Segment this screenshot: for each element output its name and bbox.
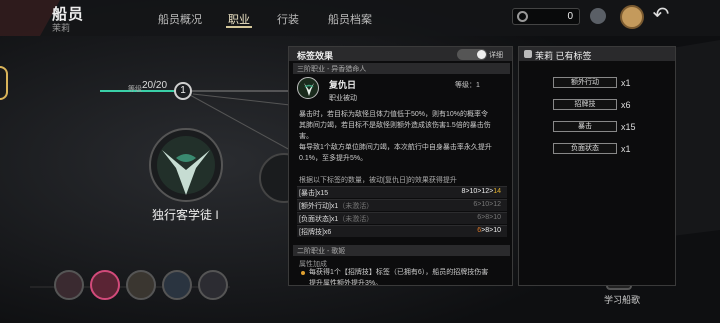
tag-chip[interactable]: 暴击	[553, 121, 617, 132]
tag-chip[interactable]: 额外行动	[553, 77, 617, 88]
tag-row-label: [额外行动]x1（未激活）	[299, 203, 374, 210]
skill-description: 暴击时，若目标为敌怪且体力值低于50%，则有10%的概率令 其肺间力竭，若目标不…	[299, 109, 505, 164]
mascot-avatar[interactable]	[620, 5, 644, 29]
tag-scaling-row: [暴击]x15 8>10>12>14	[297, 186, 507, 198]
toggle-knob	[477, 50, 486, 59]
tag-effect-title: 标签效果	[297, 51, 334, 61]
class-name: 独行客学徒 I	[152, 208, 219, 222]
detail-label: 详细	[489, 52, 503, 59]
tag-count: x15	[621, 122, 636, 132]
attr-bonus-line: 提升属性额外提升3%。	[309, 280, 383, 286]
detail-toggle[interactable]	[457, 49, 487, 60]
tag-scaling-row: [负面状态]x1（未激活） 6>8>10	[297, 212, 507, 224]
active-tab-indicator	[226, 26, 252, 28]
owned-tags-title: 茉莉 已有标签	[535, 51, 592, 61]
tag-row-label: [招牌技]x6	[299, 229, 332, 236]
description-line: 暴击时，若目标为敌怪且体力值低于50%，则有10%的概率令	[299, 111, 489, 118]
attr-bonus-line: 每获得1个【招牌技】标签（已拥有6），船员的招牌技伤害	[309, 269, 489, 276]
side-handle-icon[interactable]	[0, 66, 8, 100]
owned-tags-panel: 茉莉 已有标签 额外行动 x1 招牌技 x6 暴击 x15 负面状态 x1	[518, 46, 676, 286]
target-icon	[517, 11, 528, 22]
back-arrow-icon[interactable]: ↶	[650, 4, 672, 26]
tag-chip[interactable]: 负面状态	[553, 143, 617, 154]
tag-row-values: 6>10>12	[473, 201, 501, 208]
tag-row-values: 6>8>10	[477, 227, 501, 234]
tier3-label: 三阶职业 - 异香猎命人	[297, 66, 367, 73]
tag-scaling-row: [额外行动]x1（未激活） 6>10>12	[297, 199, 507, 211]
tab-profession[interactable]: 职业	[228, 11, 250, 27]
tab-crew-archive[interactable]: 船员档案	[328, 11, 372, 27]
next-skill-node[interactable]: 1	[174, 82, 192, 100]
tier3-section: 三阶职业 - 异香猎命人	[293, 63, 510, 74]
tab-gear[interactable]: 行装	[277, 11, 299, 27]
description-line: 0.1%，至多提升5%。	[299, 155, 368, 162]
crew-avatar-2-selected[interactable]	[90, 270, 120, 300]
level-label: 等级	[128, 86, 142, 93]
crew-avatar-1[interactable]	[54, 270, 84, 300]
crew-avatar-5[interactable]	[198, 270, 228, 300]
chat-icon[interactable]	[590, 8, 606, 24]
learn-song-label: 学习船歌	[604, 295, 641, 305]
top-bar: 船员 茉莉 船员概况 职业 行装 船员档案 0 ↶	[0, 0, 720, 36]
tier2-label: 二阶职业 - 歌姬	[297, 248, 346, 255]
resource-counter[interactable]: 0	[512, 8, 580, 25]
skill-name: 复仇日	[329, 80, 357, 90]
crew-avatar-3[interactable]	[126, 270, 156, 300]
tag-row-values: 6>8>10	[477, 214, 501, 221]
scale-note: 根据以下标签的数量，被动[复仇日]的效果获得提升	[299, 177, 457, 184]
tag-scaling-row: [招牌技]x6 6>8>10	[297, 225, 507, 237]
tag-icon	[524, 50, 532, 58]
tag-count: x1	[621, 144, 631, 154]
description-line: 其肺间力竭，若目标不是敌怪则额外造成该伤害1.5倍的暴击伤	[299, 122, 491, 129]
tag-effect-header: 标签效果 详细	[289, 47, 512, 61]
tag-row-values: 8>10>12>14	[461, 188, 501, 195]
resource-count: 0	[567, 11, 573, 22]
bullet-icon	[301, 271, 305, 275]
attr-bonus-text: 每获得1个【招牌技】标签（已拥有6），船员的招牌技伤害 提升属性额外提升3%。	[309, 267, 505, 286]
description-line: 害。	[299, 133, 313, 140]
crew-avatar-4[interactable]	[162, 270, 192, 300]
crew-name-subtitle: 茉莉	[52, 23, 71, 33]
tag-chip[interactable]: 招牌技	[553, 99, 617, 110]
description-line: 每导致1个敌方单位肺间力竭，本次航行中自身暴击率永久提升	[299, 144, 492, 151]
tag-row-label: [暴击]x15	[299, 190, 329, 197]
tier2-section: 二阶职业 - 歌姬	[293, 245, 510, 256]
tag-count: x1	[621, 78, 631, 88]
skill-icon	[297, 77, 319, 99]
skill-type: 职业被动	[329, 95, 357, 102]
tag-effect-panel: 标签效果 详细 三阶职业 - 异香猎命人 复仇日 等级：1 职业被动 暴击时，若…	[288, 46, 513, 286]
skill-level: 等级：1	[455, 82, 480, 89]
tag-row-label: [负面状态]x1（未激活）	[299, 216, 374, 223]
level-value: 20/20	[142, 80, 168, 91]
tag-count: x6	[621, 100, 631, 110]
owned-tags-header: 茉莉 已有标签	[519, 47, 675, 61]
tab-crew-overview[interactable]: 船员概况	[158, 11, 202, 27]
